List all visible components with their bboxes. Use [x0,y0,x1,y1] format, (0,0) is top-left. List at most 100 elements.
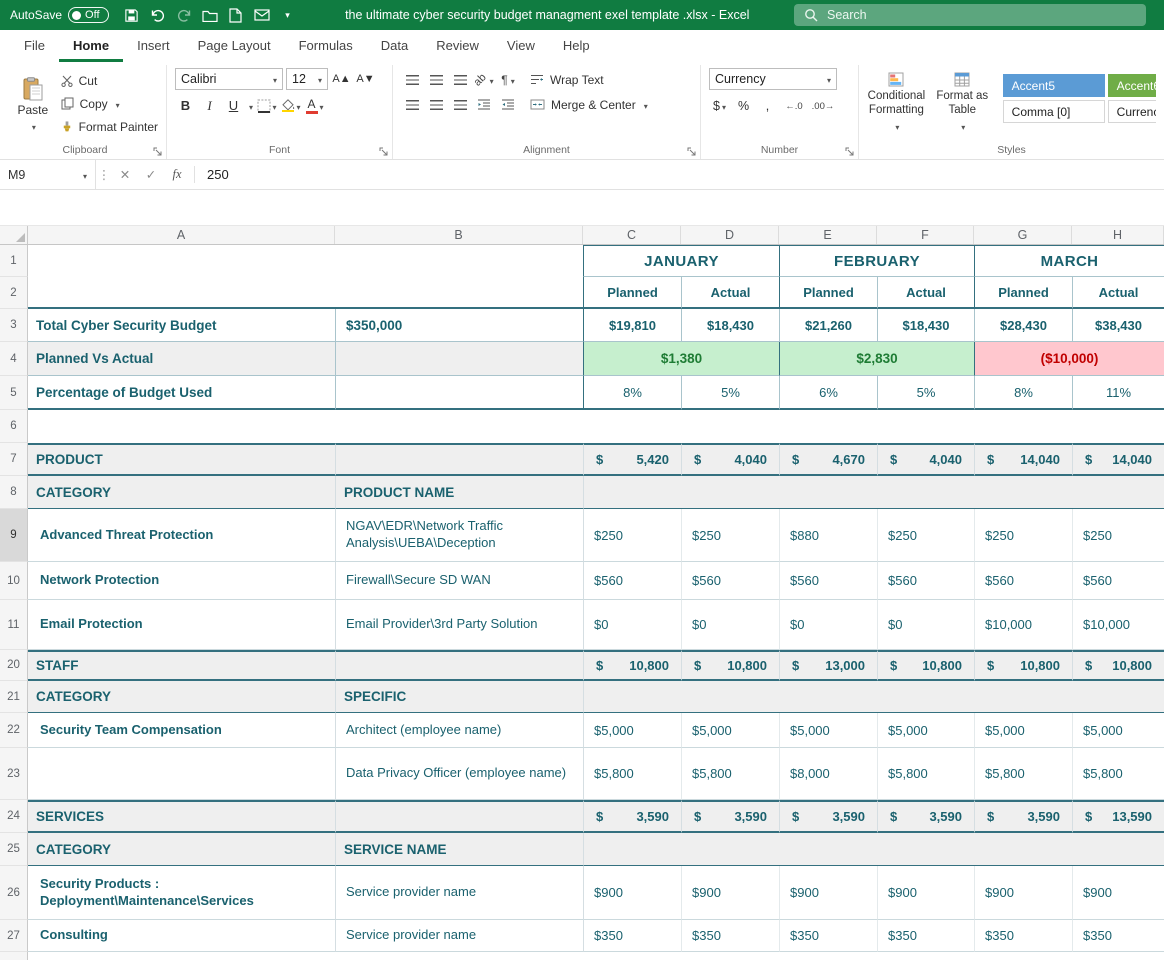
cell-E2[interactable]: Planned [779,277,877,309]
new-file-button[interactable] [223,3,249,27]
increase-decimal-button[interactable]: ←.0 [781,96,807,116]
row-header-3[interactable]: 3 [0,309,28,342]
font-color-button[interactable]: A [304,95,325,116]
autosave-toggle[interactable]: AutoSave Off [10,7,109,23]
cell-F20[interactable]: $10,800 [877,650,974,681]
cell-E24[interactable]: $3,590 [779,800,877,833]
cell-C23[interactable]: $5,800 [583,748,681,800]
cell-D11[interactable]: $0 [681,600,779,650]
cell-A11[interactable]: Email Protection [28,600,335,650]
cell-G3[interactable]: $28,430 [974,309,1072,342]
cell-B5[interactable] [335,376,583,410]
decrease-indent-button[interactable] [473,95,495,114]
cell-H3[interactable]: $38,430 [1072,309,1164,342]
cell-A1[interactable] [28,245,335,277]
cell-E22[interactable]: $5,000 [779,713,877,748]
cell-F22[interactable]: $5,000 [877,713,974,748]
tab-file[interactable]: File [10,30,59,62]
select-all-corner[interactable] [0,226,28,244]
tab-page-layout[interactable]: Page Layout [184,30,285,62]
undo-button[interactable] [145,3,171,27]
cell-F7[interactable]: $4,040 [877,443,974,476]
cell-A25[interactable]: CATEGORY [28,833,335,866]
cell-H9[interactable]: $250 [1072,509,1164,562]
cell-F10[interactable]: $560 [877,562,974,600]
cell-A6[interactable] [28,410,1164,443]
format-as-table-button[interactable]: Format as Table [933,68,992,141]
tab-formulas[interactable]: Formulas [285,30,367,62]
paste-button[interactable]: Paste [12,68,54,141]
variance-cell-0[interactable]: $1,380 [583,342,779,376]
cell-B26[interactable]: Service provider name [335,866,583,920]
cell-H7[interactable]: $14,040 [1072,443,1164,476]
cell-B27[interactable]: Service provider name [335,920,583,952]
cell-B4[interactable] [335,342,583,376]
increase-font-size-button[interactable]: A▲ [331,69,352,90]
borders-button[interactable] [256,95,277,116]
cell-B3[interactable]: $350,000 [335,309,583,342]
cell-C27[interactable]: $350 [583,920,681,952]
align-left-button[interactable] [401,95,423,114]
cell-E20[interactable]: $13,000 [779,650,877,681]
column-header-C[interactable]: C [583,226,681,244]
cell-H26[interactable]: $900 [1072,866,1164,920]
merge-center-button[interactable]: Merge & Center [530,95,648,114]
cell-A5[interactable]: Percentage of Budget Used [28,376,335,410]
row-header-10[interactable]: 10 [0,562,28,600]
wrap-text-button[interactable]: Wrap Text [530,70,648,89]
row-header-21[interactable]: 21 [0,681,28,713]
cell-C20[interactable]: $10,800 [583,650,681,681]
month-header-february[interactable]: FEBRUARY [779,245,974,277]
cell-C2[interactable]: Planned [583,277,681,309]
accounting-format-button[interactable]: $ [709,96,730,116]
align-center-button[interactable] [425,95,447,114]
cell-A22[interactable]: Security Team Compensation [28,713,335,748]
bold-button[interactable]: B [175,95,196,116]
cell-E3[interactable]: $21,260 [779,309,877,342]
cell-C24[interactable]: $3,590 [583,800,681,833]
cell-G20[interactable]: $10,800 [974,650,1072,681]
row-header-20[interactable]: 20 [0,650,28,681]
cell-B22[interactable]: Architect (employee name) [335,713,583,748]
copy-button[interactable]: Copy [61,94,158,113]
orientation-button[interactable]: ab [473,70,495,89]
italic-button[interactable]: I [199,95,220,116]
cell-B10[interactable]: Firewall\Secure SD WAN [335,562,583,600]
tab-review[interactable]: Review [422,30,493,62]
cell-H11[interactable]: $10,000 [1072,600,1164,650]
cell-G23[interactable]: $5,800 [974,748,1072,800]
cell-B25[interactable]: SERVICE NAME [335,833,583,866]
column-header-F[interactable]: F [877,226,974,244]
cell-F24[interactable]: $3,590 [877,800,974,833]
align-top-button[interactable] [401,70,423,89]
row-header-25[interactable]: 25 [0,833,28,866]
cell-C8[interactable] [583,476,1164,509]
cell-B2[interactable] [335,277,583,309]
variance-cell-1[interactable]: $2,830 [779,342,974,376]
tab-insert[interactable]: Insert [123,30,184,62]
cell-A3[interactable]: Total Cyber Security Budget [28,309,335,342]
cell-D10[interactable]: $560 [681,562,779,600]
cell-A27[interactable]: Consulting [28,920,335,952]
align-middle-button[interactable] [425,70,447,89]
cell-D5[interactable]: 5% [681,376,779,410]
cell-G9[interactable]: $250 [974,509,1072,562]
font-size-select[interactable]: 12 [286,68,328,90]
underline-button[interactable]: U [223,95,244,116]
row-header-11[interactable]: 11 [0,600,28,650]
cell-H27[interactable]: $350 [1072,920,1164,952]
cell-G11[interactable]: $10,000 [974,600,1072,650]
cell-B23[interactable]: Data Privacy Officer (employee name) [335,748,583,800]
style-comma-0[interactable]: Comma [0] [1003,100,1105,123]
caret-down-icon[interactable] [247,97,253,115]
percent-style-button[interactable]: % [733,96,754,116]
cell-E26[interactable]: $900 [779,866,877,920]
tab-help[interactable]: Help [549,30,604,62]
row-header-22[interactable]: 22 [0,713,28,748]
variance-cell-2[interactable]: ($10,000) [974,342,1164,376]
number-format-select[interactable]: Currency [709,68,837,90]
insert-function-button[interactable]: fx [164,160,190,189]
row-header-8[interactable]: 8 [0,476,28,509]
cell-E27[interactable]: $350 [779,920,877,952]
cell-C10[interactable]: $560 [583,562,681,600]
